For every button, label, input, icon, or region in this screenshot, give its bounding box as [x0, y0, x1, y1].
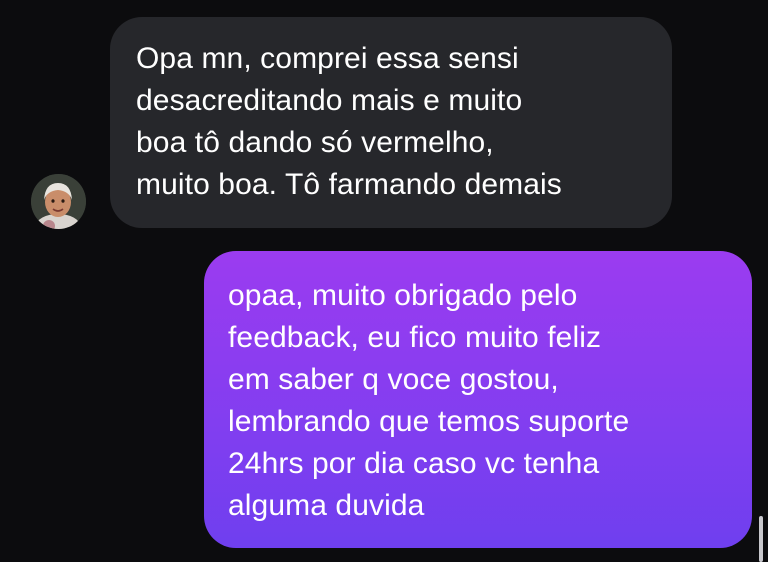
chat-thread[interactable]: Opa mn, comprei essa sensi desacreditand… [0, 0, 768, 562]
incoming-message-bubble[interactable]: Opa mn, comprei essa sensi desacreditand… [110, 17, 672, 228]
scrollbar[interactable] [759, 516, 763, 562]
contact-avatar[interactable] [31, 174, 86, 229]
avatar-photo-icon [31, 174, 86, 229]
outgoing-message-bubble[interactable]: opaa, muito obrigado pelo feedback, eu f… [204, 251, 752, 548]
